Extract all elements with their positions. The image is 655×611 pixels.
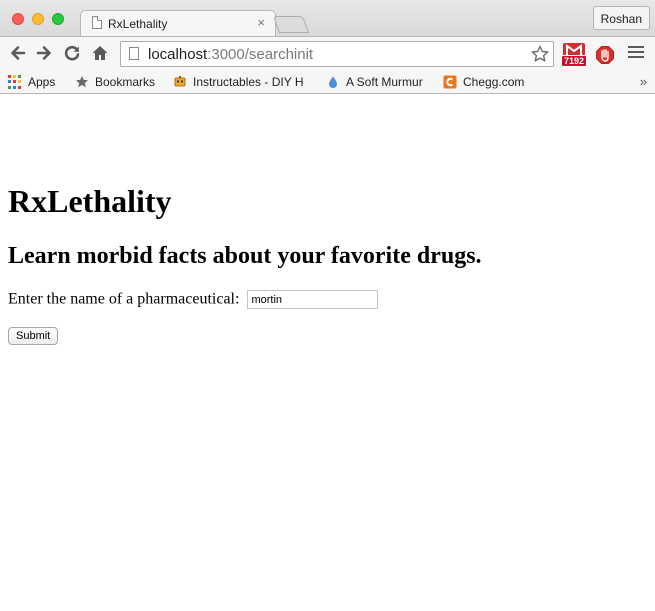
bookmark-label: Bookmarks bbox=[95, 75, 156, 89]
hamburger-icon bbox=[628, 46, 644, 48]
forward-button[interactable] bbox=[34, 43, 54, 63]
back-button[interactable] bbox=[8, 43, 28, 63]
home-icon bbox=[92, 46, 108, 60]
bookmark-label: Instructables - DIY H bbox=[193, 75, 304, 89]
arrow-right-icon bbox=[36, 46, 51, 60]
star-icon bbox=[76, 76, 88, 88]
navigation-toolbar: localhost:3000/searchinit 7192 bbox=[0, 36, 655, 70]
search-label: Enter the name of a pharmaceutical: bbox=[8, 290, 240, 308]
bookmarks-overflow-chevron-icon[interactable]: » bbox=[640, 74, 647, 89]
browser-tab[interactable]: RxLethality × bbox=[80, 10, 276, 36]
address-bar[interactable]: localhost:3000/searchinit bbox=[120, 41, 554, 67]
menu-button[interactable] bbox=[628, 46, 644, 62]
bookmark-chegg[interactable]: Chegg.com bbox=[443, 73, 543, 91]
url-host: localhost bbox=[148, 46, 208, 63]
new-tab-button[interactable] bbox=[272, 16, 310, 33]
bookmark-label: Chegg.com bbox=[463, 75, 525, 89]
bookmark-instructables[interactable]: Instructables - DIY H bbox=[173, 73, 323, 91]
home-button[interactable] bbox=[90, 43, 110, 63]
arrow-left-icon bbox=[11, 46, 26, 60]
gmail-unread-count: 7192 bbox=[561, 55, 588, 67]
reload-icon bbox=[64, 45, 80, 61]
drug-name-input[interactable] bbox=[247, 290, 379, 309]
profile-button[interactable]: Roshan bbox=[592, 6, 650, 30]
page-icon bbox=[92, 16, 102, 29]
gmail-extension-button[interactable]: 7192 bbox=[561, 43, 588, 67]
bookmark-label: Apps bbox=[28, 75, 56, 89]
window-maximize-button[interactable] bbox=[52, 13, 64, 25]
window-close-button[interactable] bbox=[12, 13, 24, 25]
submit-button[interactable]: Submit bbox=[8, 327, 59, 345]
tab-close-icon[interactable]: × bbox=[257, 15, 265, 30]
page-subtitle: Learn morbid facts about your favorite d… bbox=[8, 243, 482, 269]
apps-grid-icon bbox=[8, 75, 22, 89]
instructables-robot-icon bbox=[174, 76, 186, 87]
bookmark-label: A Soft Murmur bbox=[346, 75, 423, 89]
stop-hand-icon bbox=[596, 46, 614, 64]
url-path: :3000/searchinit bbox=[207, 46, 314, 63]
page-icon bbox=[129, 47, 139, 60]
bookmark-a-soft-murmur[interactable]: A Soft Murmur bbox=[326, 73, 436, 91]
bookmark-apps[interactable]: Apps bbox=[8, 73, 68, 91]
bookmark-bookmarks-folder[interactable]: Bookmarks bbox=[75, 73, 170, 91]
reload-button[interactable] bbox=[62, 43, 82, 63]
adblock-extension-button[interactable] bbox=[595, 45, 615, 65]
bookmark-star-icon[interactable] bbox=[530, 44, 550, 64]
page-title: RxLethality bbox=[8, 183, 172, 219]
url-text[interactable]: localhost:3000/searchinit bbox=[148, 46, 313, 63]
chegg-icon bbox=[443, 75, 457, 89]
search-form: Enter the name of a pharmaceutical: bbox=[8, 290, 379, 309]
tab-title: RxLethality bbox=[108, 17, 168, 31]
window-minimize-button[interactable] bbox=[32, 13, 44, 25]
tab-strip: RxLethality × Roshan bbox=[0, 0, 655, 36]
water-drop-icon bbox=[329, 76, 337, 88]
bookmarks-bar: Apps Bookmarks Instructables - DIY H A S… bbox=[0, 70, 655, 94]
